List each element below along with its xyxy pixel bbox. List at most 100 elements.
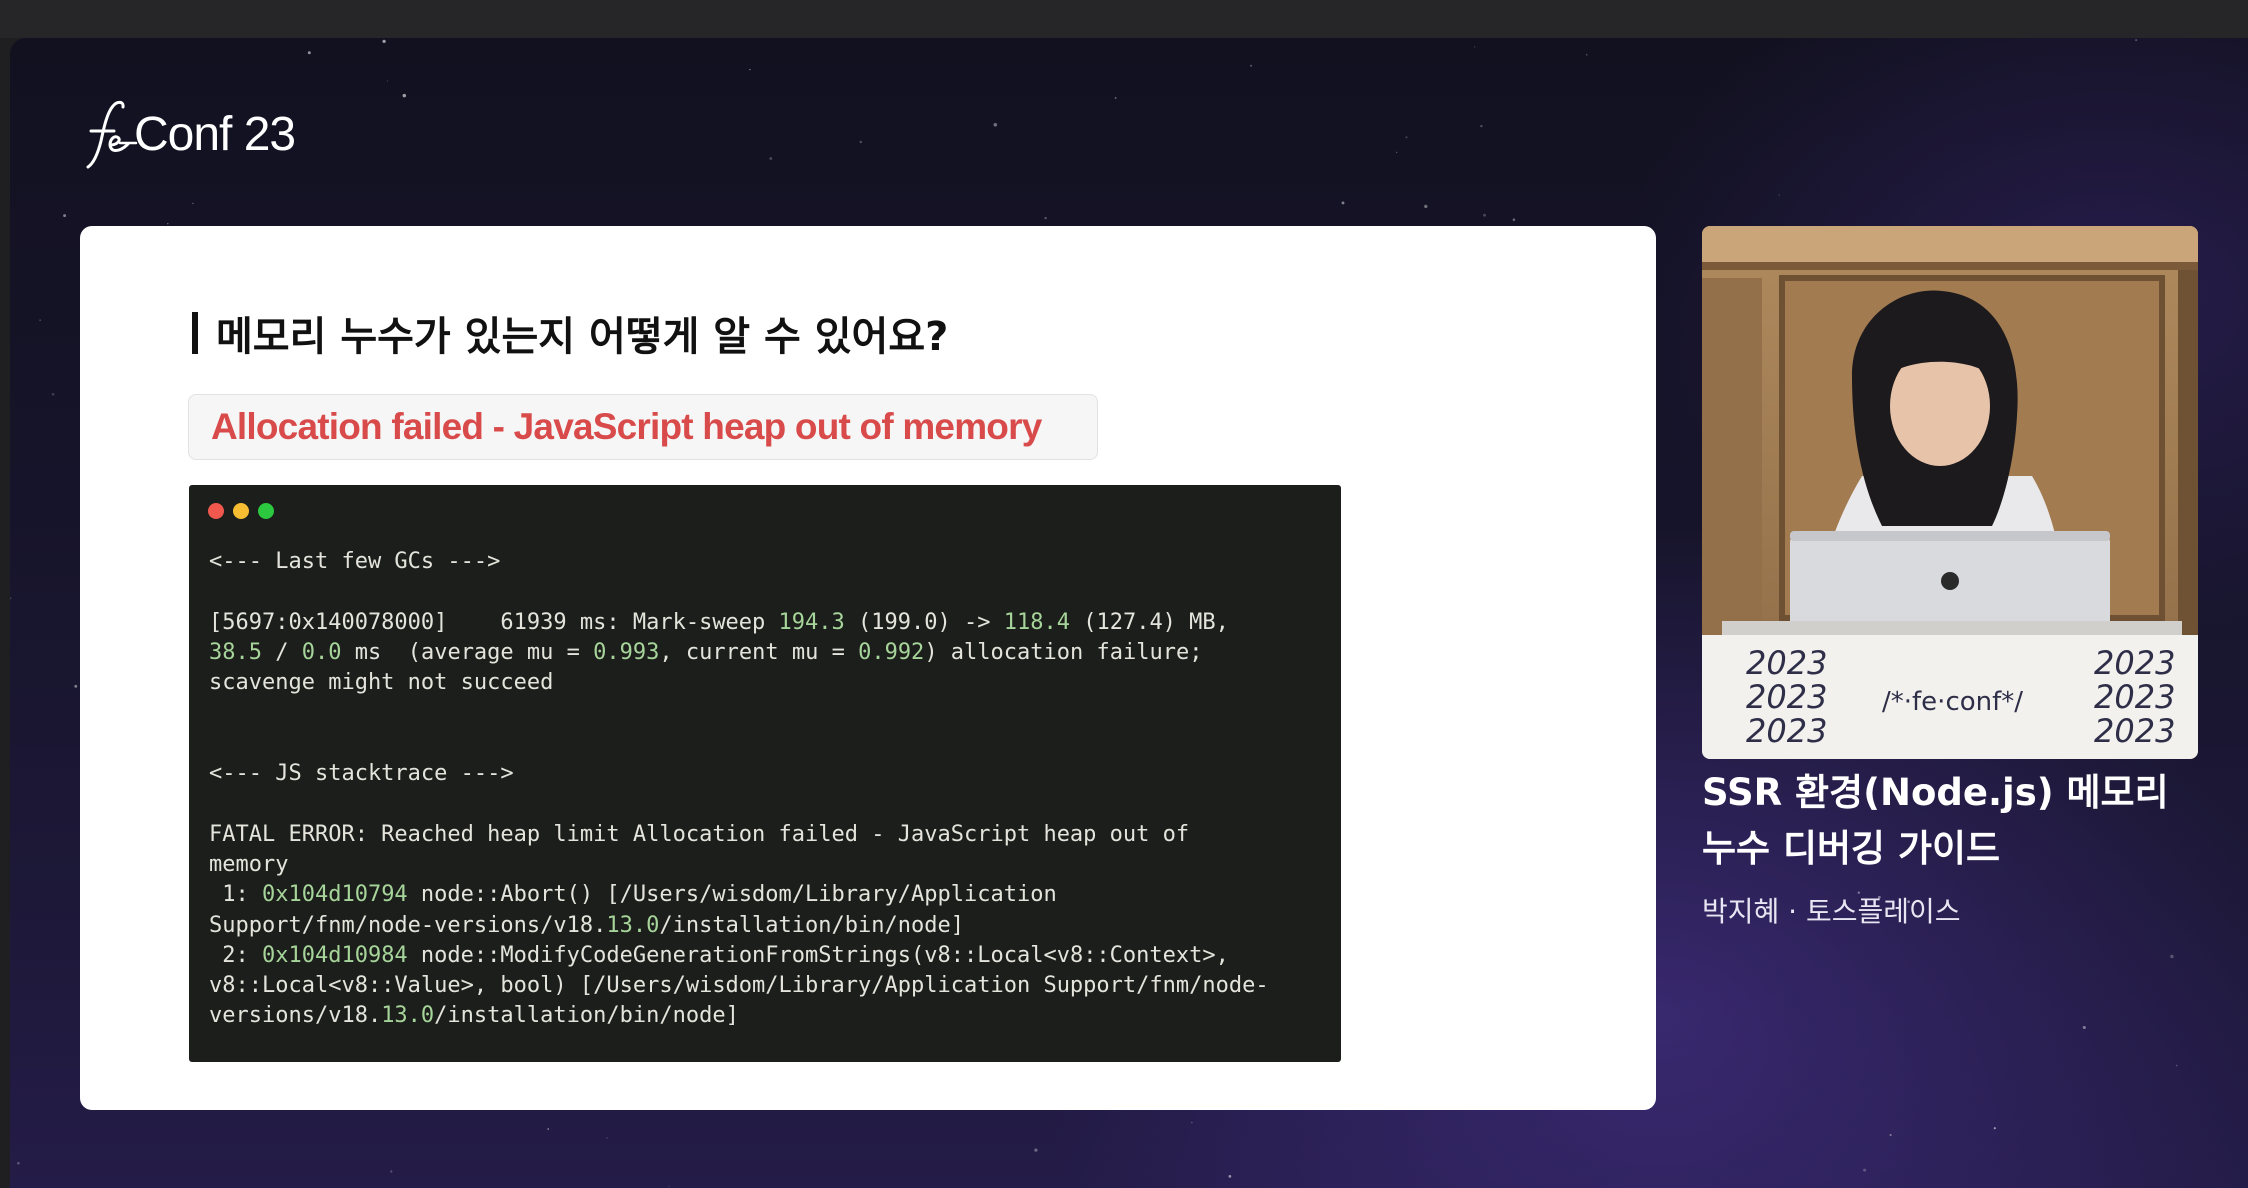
fe-script-icon bbox=[86, 100, 138, 169]
star-dot bbox=[1480, 124, 1483, 128]
talk-title: SSR 환경(Node.js) 메모리 누수 디버깅 가이드 bbox=[1702, 765, 2222, 877]
terminal-text-segment: 118.4 bbox=[1003, 609, 1070, 635]
terminal-text-segment: 13.0 bbox=[381, 1003, 435, 1029]
terminal-text-segment: FATAL ERROR: Reached heap limit Allocati… bbox=[209, 821, 1190, 847]
terminal-text-segment: / bbox=[261, 639, 302, 665]
terminal-text-segment: 13.0 bbox=[606, 912, 660, 938]
terminal-text-segment: versions/v18. bbox=[209, 1003, 382, 1029]
slide-title: 메모리 누수가 있는지 어떻게 알 수 있어요? bbox=[192, 304, 948, 362]
terminal-text-segment: 1: bbox=[209, 882, 262, 908]
terminal-text-segment: ms (average mu = bbox=[341, 639, 594, 665]
terminal-text-segment: node::Abort() [/Users/wisdom/Library/App… bbox=[407, 882, 1057, 908]
star-dot bbox=[386, 80, 389, 82]
star-dot bbox=[547, 1128, 550, 1130]
star-dot bbox=[382, 39, 386, 44]
terminal-text-segment: 0.992 bbox=[858, 639, 925, 665]
podium-logo: /*·fe·conf*/ bbox=[1882, 687, 2023, 717]
terminal-text-segment: /installation/bin/node] bbox=[659, 912, 964, 938]
terminal-line: <--- JS stacktrace ---> bbox=[209, 759, 1269, 789]
star-dot bbox=[1483, 213, 1486, 217]
podium-year-1: 2023 bbox=[1746, 644, 1827, 682]
terminal-line: scavenge might not succeed bbox=[209, 668, 1269, 698]
star-dot bbox=[1778, 194, 1781, 196]
terminal-line: [5697:0x140078000] 61939 ms: Mark-sweep … bbox=[209, 608, 1269, 638]
terminal-text-segment: 194.3 bbox=[778, 609, 845, 635]
star-dot bbox=[1473, 46, 1476, 48]
terminal-text-segment: ) allocation failure; bbox=[924, 639, 1203, 665]
star-dot bbox=[307, 51, 311, 55]
podium-year-2: 2023 bbox=[1746, 678, 1827, 716]
star-dot bbox=[1395, 151, 1398, 154]
close-dot-icon bbox=[208, 503, 224, 519]
terminal-line: memory bbox=[209, 850, 1269, 880]
terminal-text-segment: 0.0 bbox=[301, 639, 342, 665]
podium-year-3: 2023 bbox=[1746, 712, 1827, 750]
star-dot bbox=[1114, 96, 1117, 99]
star-dot bbox=[192, 202, 194, 205]
terminal-line: 38.5 / 0.0 ms (average mu = 0.993, curre… bbox=[209, 638, 1269, 668]
star-dot bbox=[993, 123, 998, 127]
slide-title-text: 메모리 누수가 있는지 어떻게 알 수 있어요? bbox=[216, 314, 949, 360]
star-dot bbox=[2082, 1026, 2086, 1029]
podium-year-5: 2023 bbox=[2094, 678, 2175, 716]
star-dot bbox=[2135, 39, 2138, 42]
terminal-text-segment: node::ModifyCodeGenerationFromStrings(v8… bbox=[407, 942, 1229, 968]
star-dot bbox=[39, 319, 41, 321]
star-dot bbox=[1250, 64, 1253, 67]
terminal-text-segment: memory bbox=[209, 851, 289, 877]
terminal-text-segment: 38.5 bbox=[209, 639, 262, 665]
maximize-dot-icon bbox=[258, 503, 274, 519]
terminal-line: v8::Local<v8::Value>, bool) [/Users/wisd… bbox=[209, 971, 1269, 1001]
terminal-text-segment: [5697:0x140078000] 61939 ms: Mark-sweep bbox=[209, 609, 779, 635]
terminal-line: Support/fnm/node-versions/v18.13.0/insta… bbox=[209, 911, 1269, 941]
star-dot bbox=[749, 68, 751, 71]
speaker-name: 박지혜 · 토스플레이스 bbox=[1702, 895, 1961, 928]
star-dot bbox=[1341, 201, 1345, 205]
star-dot bbox=[17, 1161, 20, 1165]
star-dot bbox=[1191, 1121, 1193, 1124]
terminal-text-segment: , current mu = bbox=[659, 639, 859, 665]
terminal-line: FATAL ERROR: Reached heap limit Allocati… bbox=[209, 820, 1269, 850]
terminal-text-segment: /installation/bin/node] bbox=[434, 1003, 739, 1029]
minimize-dot-icon bbox=[233, 503, 249, 519]
terminal-line: 1: 0x104d10794 node::Abort() [/Users/wis… bbox=[209, 880, 1269, 910]
window-controls bbox=[208, 503, 274, 519]
star-dot bbox=[390, 1170, 393, 1173]
terminal-text-segment: v8::Local<v8::Value>, bool) [/Users/wisd… bbox=[209, 973, 1269, 999]
star-dot bbox=[1405, 136, 1408, 139]
terminal-line: versions/v18.13.0/installation/bin/node] bbox=[209, 1001, 1269, 1031]
feconf-logo: Conf 23 bbox=[80, 94, 296, 174]
star-dot bbox=[1863, 1168, 1867, 1172]
star-dot bbox=[1993, 1127, 1996, 1130]
terminal-line: 2: 0x104d10984 node::ModifyCodeGeneratio… bbox=[209, 941, 1269, 971]
star-dot bbox=[74, 684, 78, 688]
star-dot bbox=[859, 140, 863, 144]
terminal-text-segment: 0x104d10984 bbox=[261, 942, 408, 968]
star-dot bbox=[1512, 218, 1516, 221]
star-dot bbox=[51, 392, 55, 396]
podium-year-4: 2023 bbox=[2094, 644, 2175, 682]
title-accent-bar bbox=[192, 312, 198, 354]
error-banner: Allocation failed - JavaScript heap out … bbox=[188, 394, 1098, 460]
star-dot bbox=[1585, 54, 1588, 56]
star-dot bbox=[10, 597, 12, 600]
star-dot bbox=[606, 1137, 608, 1139]
terminal-text-segment: (199.0) -> bbox=[844, 609, 1004, 635]
terminal-window: <--- Last few GCs ---> [5697:0x140078000]… bbox=[189, 485, 1341, 1062]
star-dot bbox=[769, 157, 773, 160]
star-dot bbox=[2170, 954, 2174, 959]
terminal-text-segment: scavenge might not succeed bbox=[209, 670, 554, 696]
terminal-text-segment: <--- Last few GCs ---> bbox=[209, 549, 501, 574]
terminal-line: <--- Last few GCs ---> bbox=[209, 547, 1269, 577]
terminal-text-segment: Support/fnm/node-versions/v18. bbox=[209, 912, 607, 938]
star-dot bbox=[1424, 204, 1428, 209]
logo-text: Conf 23 bbox=[134, 107, 296, 161]
terminal-text-segment: 0.993 bbox=[593, 639, 660, 665]
terminal-text-segment: 2: bbox=[209, 942, 262, 968]
talk-title-line-2: 누수 디버깅 가이드 bbox=[1702, 827, 2001, 870]
talk-title-line-1: SSR 환경(Node.js) 메모리 bbox=[1702, 771, 2169, 814]
star-dot bbox=[1044, 216, 1047, 220]
